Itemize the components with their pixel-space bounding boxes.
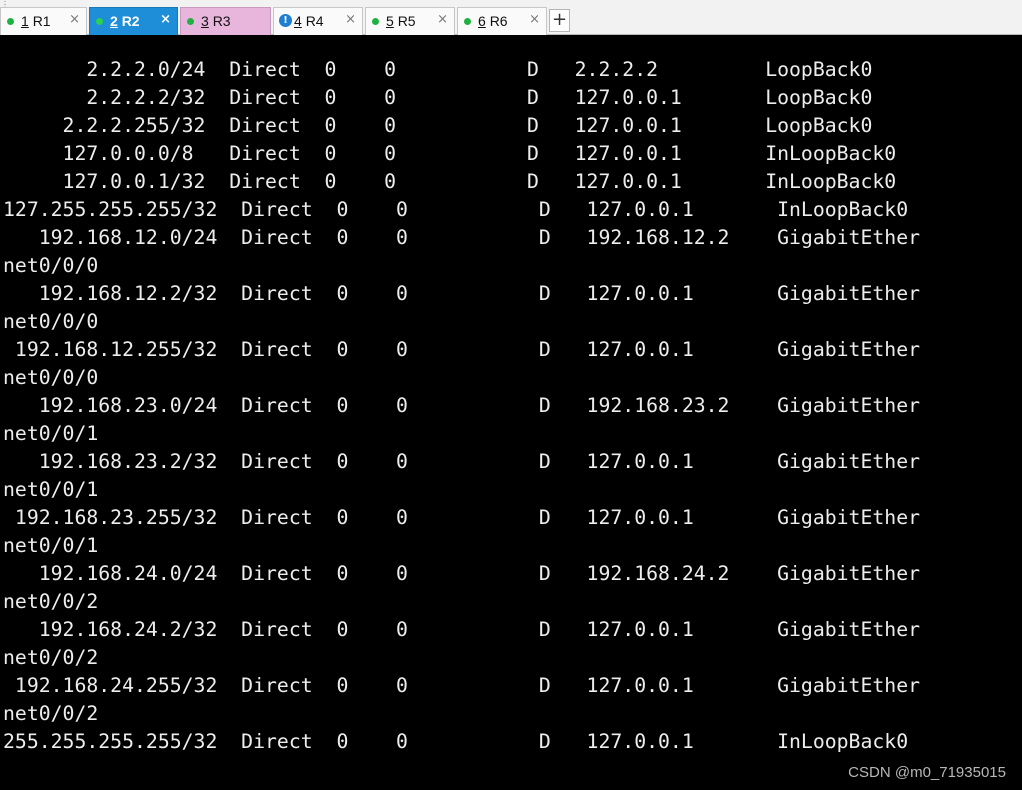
connected-status-icon bbox=[372, 18, 379, 25]
terminal-line: 2.2.2.2/32 Direct 0 0 D 127.0.0.1 LoopBa… bbox=[3, 86, 873, 109]
tab-label: 4 R4 bbox=[294, 13, 324, 29]
terminal-line: 2.2.2.0/24 Direct 0 0 D 2.2.2.2 LoopBack… bbox=[3, 58, 873, 81]
watermark: CSDN @m0_71935015 bbox=[848, 764, 1006, 781]
tab-r3[interactable]: 3 R3 bbox=[180, 7, 271, 35]
terminal-line: net0/0/1 bbox=[3, 478, 99, 501]
terminal-line: 192.168.23.2/32 Direct 0 0 D 127.0.0.1 G… bbox=[3, 450, 921, 473]
tab-label: 1 R1 bbox=[21, 13, 51, 29]
connected-status-icon bbox=[7, 18, 14, 25]
tab-close-icon[interactable]: × bbox=[69, 12, 80, 27]
terminal-line: 192.168.24.2/32 Direct 0 0 D 127.0.0.1 G… bbox=[3, 618, 921, 641]
tab-r2[interactable]: 2 R2 × bbox=[89, 7, 178, 35]
connected-status-icon bbox=[187, 18, 194, 25]
tab-label: 6 R6 bbox=[478, 13, 508, 29]
terminal-line: 192.168.12.2/32 Direct 0 0 D 127.0.0.1 G… bbox=[3, 282, 921, 305]
terminal-line: net0/0/2 bbox=[3, 646, 99, 669]
terminal-line: net0/0/0 bbox=[3, 254, 99, 277]
terminal-line: 2.2.2.255/32 Direct 0 0 D 127.0.0.1 Loop… bbox=[3, 114, 873, 137]
tab-label: 5 R5 bbox=[386, 13, 416, 29]
terminal-line: 127.0.0.0/8 Direct 0 0 D 127.0.0.1 InLoo… bbox=[3, 142, 897, 165]
terminal-line: 192.168.12.0/24 Direct 0 0 D 192.168.12.… bbox=[3, 226, 921, 249]
tab-r4[interactable]: ! 4 R4 × bbox=[273, 7, 363, 35]
tab-close-icon[interactable]: × bbox=[437, 12, 448, 27]
terminal-line: 127.255.255.255/32 Direct 0 0 D 127.0.0.… bbox=[3, 198, 909, 221]
connected-status-icon bbox=[96, 18, 103, 25]
terminal-line: 192.168.24.0/24 Direct 0 0 D 192.168.24.… bbox=[3, 562, 921, 585]
tab-r1[interactable]: 1 R1 × bbox=[0, 7, 87, 35]
terminal-line: net0/0/1 bbox=[3, 534, 99, 557]
terminal-line: 192.168.24.255/32 Direct 0 0 D 127.0.0.1… bbox=[3, 674, 921, 697]
terminal-line: 192.168.12.255/32 Direct 0 0 D 127.0.0.1… bbox=[3, 338, 921, 361]
terminal-line: net0/0/2 bbox=[3, 590, 99, 613]
tab-label: 2 R2 bbox=[110, 13, 140, 29]
tab-bar: ⋮ 1 R1 × 2 R2 × 3 R3 ! 4 R4 × 5 R5 × 6 R… bbox=[0, 0, 1022, 35]
terminal-line: net0/0/0 bbox=[3, 366, 99, 389]
tab-label: 3 R3 bbox=[201, 13, 231, 29]
terminal-line: net0/0/1 bbox=[3, 422, 99, 445]
tab-r6[interactable]: 6 R6 × bbox=[457, 7, 547, 35]
tab-close-icon[interactable]: × bbox=[345, 12, 356, 27]
tab-r5[interactable]: 5 R5 × bbox=[365, 7, 455, 35]
terminal-line: net0/0/2 bbox=[3, 702, 99, 725]
new-tab-button[interactable]: + bbox=[549, 9, 570, 32]
tab-close-icon[interactable]: × bbox=[529, 12, 540, 27]
terminal-output[interactable]: 2.2.2.0/24 Direct 0 0 D 2.2.2.2 LoopBack… bbox=[0, 35, 1022, 790]
terminal-line: 127.0.0.1/32 Direct 0 0 D 127.0.0.1 InLo… bbox=[3, 170, 897, 193]
alert-status-icon: ! bbox=[279, 14, 292, 27]
terminal-line: 192.168.23.0/24 Direct 0 0 D 192.168.23.… bbox=[3, 394, 921, 417]
terminal-line: 192.168.23.255/32 Direct 0 0 D 127.0.0.1… bbox=[3, 506, 921, 529]
terminal-line: net0/0/0 bbox=[3, 310, 99, 333]
tab-close-icon[interactable]: × bbox=[160, 12, 171, 27]
terminal-line: 255.255.255.255/32 Direct 0 0 D 127.0.0.… bbox=[3, 730, 909, 753]
connected-status-icon bbox=[464, 18, 471, 25]
